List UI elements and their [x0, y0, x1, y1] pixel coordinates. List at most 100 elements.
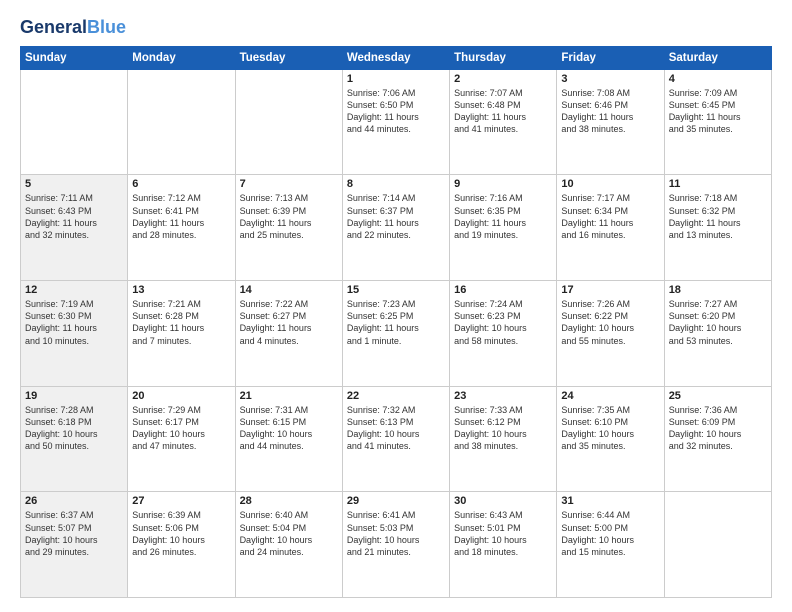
day-info: Sunrise: 7:12 AM Sunset: 6:41 PM Dayligh…	[132, 192, 230, 241]
day-number: 2	[454, 73, 552, 85]
calendar-cell: 9 Sunrise: 7:16 AM Sunset: 6:35 PM Daylig…	[450, 175, 557, 281]
day-number: 29	[347, 495, 445, 507]
day-number: 15	[347, 284, 445, 296]
weekday-header-tuesday: Tuesday	[235, 46, 342, 69]
logo: GeneralBlue	[20, 18, 126, 38]
day-number: 14	[240, 284, 338, 296]
day-info: Sunrise: 7:23 AM Sunset: 6:25 PM Dayligh…	[347, 298, 445, 347]
calendar-week-2: 5 Sunrise: 7:11 AM Sunset: 6:43 PM Daylig…	[21, 175, 772, 281]
weekday-header-sunday: Sunday	[21, 46, 128, 69]
day-number: 10	[561, 178, 659, 190]
calendar-cell: 3 Sunrise: 7:08 AM Sunset: 6:46 PM Daylig…	[557, 69, 664, 175]
calendar-cell: 10 Sunrise: 7:17 AM Sunset: 6:34 PM Dayli…	[557, 175, 664, 281]
calendar-cell: 27 Sunrise: 6:39 AM Sunset: 5:06 PM Dayli…	[128, 492, 235, 598]
calendar-cell	[128, 69, 235, 175]
day-info: Sunrise: 6:43 AM Sunset: 5:01 PM Dayligh…	[454, 509, 552, 558]
calendar-cell	[235, 69, 342, 175]
day-number: 23	[454, 390, 552, 402]
day-number: 12	[25, 284, 123, 296]
calendar-cell: 8 Sunrise: 7:14 AM Sunset: 6:37 PM Daylig…	[342, 175, 449, 281]
calendar-cell: 22 Sunrise: 7:32 AM Sunset: 6:13 PM Dayli…	[342, 386, 449, 492]
day-info: Sunrise: 6:39 AM Sunset: 5:06 PM Dayligh…	[132, 509, 230, 558]
calendar-cell: 20 Sunrise: 7:29 AM Sunset: 6:17 PM Dayli…	[128, 386, 235, 492]
weekday-header-monday: Monday	[128, 46, 235, 69]
day-info: Sunrise: 7:36 AM Sunset: 6:09 PM Dayligh…	[669, 404, 767, 453]
day-info: Sunrise: 6:40 AM Sunset: 5:04 PM Dayligh…	[240, 509, 338, 558]
day-info: Sunrise: 7:06 AM Sunset: 6:50 PM Dayligh…	[347, 87, 445, 136]
day-number: 26	[25, 495, 123, 507]
day-number: 22	[347, 390, 445, 402]
day-info: Sunrise: 7:16 AM Sunset: 6:35 PM Dayligh…	[454, 192, 552, 241]
calendar-cell	[21, 69, 128, 175]
day-info: Sunrise: 6:37 AM Sunset: 5:07 PM Dayligh…	[25, 509, 123, 558]
calendar-week-5: 26 Sunrise: 6:37 AM Sunset: 5:07 PM Dayli…	[21, 492, 772, 598]
day-info: Sunrise: 7:13 AM Sunset: 6:39 PM Dayligh…	[240, 192, 338, 241]
day-number: 6	[132, 178, 230, 190]
day-number: 24	[561, 390, 659, 402]
day-info: Sunrise: 7:19 AM Sunset: 6:30 PM Dayligh…	[25, 298, 123, 347]
day-info: Sunrise: 7:31 AM Sunset: 6:15 PM Dayligh…	[240, 404, 338, 453]
calendar-cell: 13Sunrise: 7:21 AM Sunset: 6:28 PM Dayli…	[128, 281, 235, 387]
day-info: Sunrise: 7:32 AM Sunset: 6:13 PM Dayligh…	[347, 404, 445, 453]
logo-text: GeneralBlue	[20, 18, 126, 38]
calendar-cell: 17 Sunrise: 7:26 AM Sunset: 6:22 PM Dayli…	[557, 281, 664, 387]
calendar-cell: 14Sunrise: 7:22 AM Sunset: 6:27 PM Dayli…	[235, 281, 342, 387]
weekday-header-wednesday: Wednesday	[342, 46, 449, 69]
calendar-cell: 18 Sunrise: 7:27 AM Sunset: 6:20 PM Dayli…	[664, 281, 771, 387]
day-info: Sunrise: 7:09 AM Sunset: 6:45 PM Dayligh…	[669, 87, 767, 136]
calendar-cell: 16Sunrise: 7:24 AM Sunset: 6:23 PM Dayli…	[450, 281, 557, 387]
day-info: Sunrise: 7:21 AM Sunset: 6:28 PM Dayligh…	[132, 298, 230, 347]
day-number: 20	[132, 390, 230, 402]
day-number: 27	[132, 495, 230, 507]
calendar-cell: 21Sunrise: 7:31 AM Sunset: 6:15 PM Dayli…	[235, 386, 342, 492]
calendar-cell: 1 Sunrise: 7:06 AM Sunset: 6:50 PM Daylig…	[342, 69, 449, 175]
calendar-cell	[664, 492, 771, 598]
day-number: 28	[240, 495, 338, 507]
calendar-cell: 15 Sunrise: 7:23 AM Sunset: 6:25 PM Dayli…	[342, 281, 449, 387]
day-number: 18	[669, 284, 767, 296]
calendar-cell: 24Sunrise: 7:35 AM Sunset: 6:10 PM Dayli…	[557, 386, 664, 492]
day-number: 16	[454, 284, 552, 296]
day-number: 1	[347, 73, 445, 85]
calendar-cell: 26 Sunrise: 6:37 AM Sunset: 5:07 PM Dayli…	[21, 492, 128, 598]
day-number: 17	[561, 284, 659, 296]
calendar-week-3: 12 Sunrise: 7:19 AM Sunset: 6:30 PM Dayli…	[21, 281, 772, 387]
calendar-cell: 7Sunrise: 7:13 AM Sunset: 6:39 PM Daylig…	[235, 175, 342, 281]
day-info: Sunrise: 7:33 AM Sunset: 6:12 PM Dayligh…	[454, 404, 552, 453]
day-info: Sunrise: 6:41 AM Sunset: 5:03 PM Dayligh…	[347, 509, 445, 558]
day-number: 3	[561, 73, 659, 85]
calendar-cell: 29 Sunrise: 6:41 AM Sunset: 5:03 PM Dayli…	[342, 492, 449, 598]
day-info: Sunrise: 7:29 AM Sunset: 6:17 PM Dayligh…	[132, 404, 230, 453]
calendar-cell: 6 Sunrise: 7:12 AM Sunset: 6:41 PM Daylig…	[128, 175, 235, 281]
day-number: 31	[561, 495, 659, 507]
day-info: Sunrise: 7:27 AM Sunset: 6:20 PM Dayligh…	[669, 298, 767, 347]
page-header: GeneralBlue	[20, 18, 772, 38]
calendar-cell: 4Sunrise: 7:09 AM Sunset: 6:45 PM Daylig…	[664, 69, 771, 175]
day-info: Sunrise: 7:28 AM Sunset: 6:18 PM Dayligh…	[25, 404, 123, 453]
calendar-table: SundayMondayTuesdayWednesdayThursdayFrid…	[20, 46, 772, 598]
day-number: 19	[25, 390, 123, 402]
calendar-cell: 11 Sunrise: 7:18 AM Sunset: 6:32 PM Dayli…	[664, 175, 771, 281]
day-info: Sunrise: 7:18 AM Sunset: 6:32 PM Dayligh…	[669, 192, 767, 241]
day-info: Sunrise: 7:14 AM Sunset: 6:37 PM Dayligh…	[347, 192, 445, 241]
day-number: 11	[669, 178, 767, 190]
day-info: Sunrise: 6:44 AM Sunset: 5:00 PM Dayligh…	[561, 509, 659, 558]
calendar-cell: 30 Sunrise: 6:43 AM Sunset: 5:01 PM Dayli…	[450, 492, 557, 598]
day-number: 5	[25, 178, 123, 190]
day-info: Sunrise: 7:11 AM Sunset: 6:43 PM Dayligh…	[25, 192, 123, 241]
weekday-header-saturday: Saturday	[664, 46, 771, 69]
day-number: 8	[347, 178, 445, 190]
calendar-cell: 28 Sunrise: 6:40 AM Sunset: 5:04 PM Dayli…	[235, 492, 342, 598]
calendar-cell: 2Sunrise: 7:07 AM Sunset: 6:48 PM Daylig…	[450, 69, 557, 175]
calendar-cell: 5 Sunrise: 7:11 AM Sunset: 6:43 PM Daylig…	[21, 175, 128, 281]
day-number: 30	[454, 495, 552, 507]
weekday-header-thursday: Thursday	[450, 46, 557, 69]
day-number: 9	[454, 178, 552, 190]
day-info: Sunrise: 7:17 AM Sunset: 6:34 PM Dayligh…	[561, 192, 659, 241]
day-info: Sunrise: 7:26 AM Sunset: 6:22 PM Dayligh…	[561, 298, 659, 347]
weekday-header-row: SundayMondayTuesdayWednesdayThursdayFrid…	[21, 46, 772, 69]
logo-accent: Blue	[87, 17, 126, 37]
day-info: Sunrise: 7:08 AM Sunset: 6:46 PM Dayligh…	[561, 87, 659, 136]
calendar-week-1: 1 Sunrise: 7:06 AM Sunset: 6:50 PM Daylig…	[21, 69, 772, 175]
calendar-cell: 12 Sunrise: 7:19 AM Sunset: 6:30 PM Dayli…	[21, 281, 128, 387]
